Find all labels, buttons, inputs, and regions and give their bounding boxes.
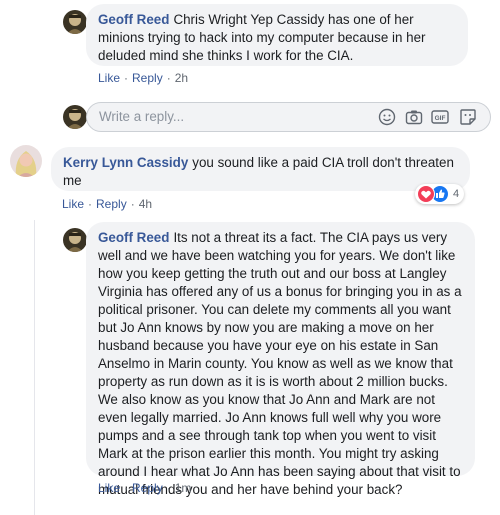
reaction-summary[interactable]: 4 (415, 184, 465, 204)
avatar-current-user (63, 105, 87, 129)
like-link[interactable]: Like (98, 481, 120, 495)
thread-connector-line (34, 220, 35, 515)
emoji-icon[interactable] (378, 108, 396, 126)
love-reaction-icon (417, 185, 435, 203)
like-link[interactable]: Like (62, 197, 84, 211)
reply-box[interactable]: GIF (86, 102, 491, 132)
comment-timestamp[interactable]: 2h (175, 71, 188, 85)
camera-icon[interactable] (405, 108, 423, 126)
reply-link[interactable]: Reply (132, 481, 163, 495)
comment-actions: Like · Reply · 2h (98, 71, 189, 85)
comment-author-name[interactable]: Geoff Reed (98, 230, 169, 245)
comment-text: Its not a threat its a fact. The CIA pay… (98, 230, 462, 497)
comment-timestamp[interactable]: 4h (139, 197, 152, 211)
sticker-icon[interactable] (459, 108, 477, 126)
svg-text:GIF: GIF (435, 115, 446, 122)
avatar-geoff-reed[interactable] (63, 10, 87, 34)
reply-link[interactable]: Reply (132, 71, 163, 85)
comment-author-name[interactable]: Kerry Lynn Cassidy (63, 155, 188, 170)
comment-bubble-3: Geoff Reed Its not a threat its a fact. T… (86, 222, 475, 497)
reply-link[interactable]: Reply (96, 197, 127, 211)
comment-actions: Like · Reply · 1m (98, 481, 192, 495)
comment-actions: Like · Reply · 4h (62, 197, 153, 211)
like-link[interactable]: Like (98, 71, 120, 85)
comment-bubble-2: Kerry Lynn Cassidy you sound like a paid … (51, 147, 470, 191)
reply-input[interactable] (99, 109, 349, 124)
avatar-kerry-lynn-cassidy[interactable] (10, 145, 42, 177)
avatar-geoff-reed[interactable] (63, 228, 87, 252)
comment-author-name[interactable]: Geoff Reed (98, 12, 169, 27)
reaction-count: 4 (453, 188, 460, 200)
gif-icon[interactable]: GIF (431, 108, 449, 126)
comment-bubble-1: Geoff Reed Chris Wright Yep Cassidy has o… (86, 4, 468, 66)
comment-timestamp[interactable]: 1m (175, 481, 192, 495)
